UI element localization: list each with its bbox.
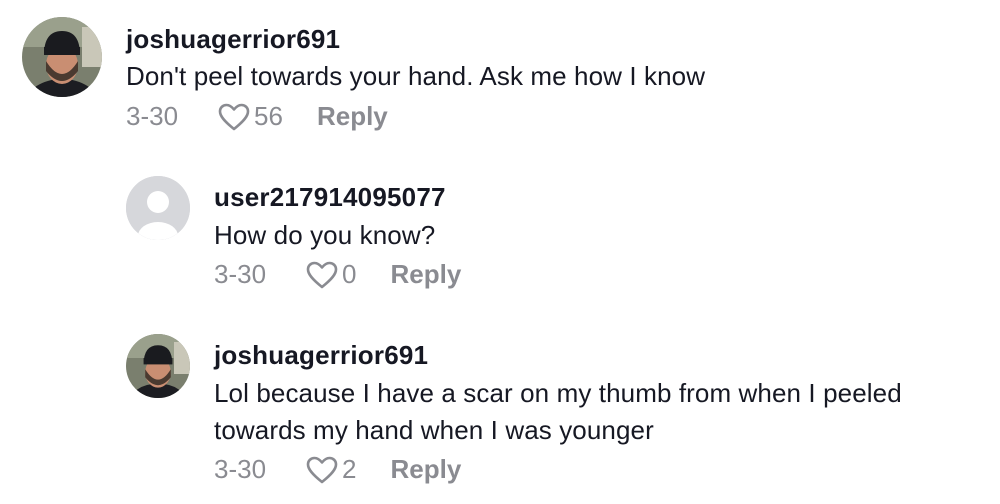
reply-button[interactable]: Reply [317,101,388,132]
reply-item: user217914095077 How do you know? 3-30 0… [0,150,1000,310]
like-count: 0 [342,259,357,289]
comment-text: Lol because I have a scar on my thumb fr… [214,378,902,445]
heart-outline-icon [306,261,338,288]
comment-meta: 3-30 0 Reply [214,259,461,290]
like-count: 56 [254,101,283,131]
like-button[interactable]: 56 [218,101,283,132]
heart-outline-icon [306,456,338,483]
avatar[interactable] [22,17,102,97]
comment-meta: 3-30 2 Reply [214,454,461,485]
like-count: 2 [342,454,357,484]
comment-meta: 3-30 56 Reply [126,101,388,132]
heart-outline-icon [218,103,250,130]
avatar[interactable] [126,334,190,398]
comment-date: 3-30 [126,101,179,131]
avatar[interactable] [126,176,190,240]
like-button[interactable]: 0 [306,259,357,290]
comment-date: 3-30 [214,259,267,289]
default-avatar-icon [126,176,190,240]
comment-username[interactable]: user217914095077 [214,182,446,213]
like-button[interactable]: 2 [306,454,357,485]
comment-text: Don't peel towards your hand. Ask me how… [126,61,706,91]
comment-date: 3-30 [214,454,267,484]
reply-button[interactable]: Reply [391,259,462,290]
reply-item: joshuagerrior691 Lol because I have a sc… [0,310,1000,504]
comment-username[interactable]: joshuagerrior691 [214,340,428,371]
comment-item: joshuagerrior691 Don't peel towards your… [0,0,1000,150]
comment-text: How do you know? [214,220,436,250]
reply-button[interactable]: Reply [391,454,462,485]
comment-username[interactable]: joshuagerrior691 [126,24,340,55]
